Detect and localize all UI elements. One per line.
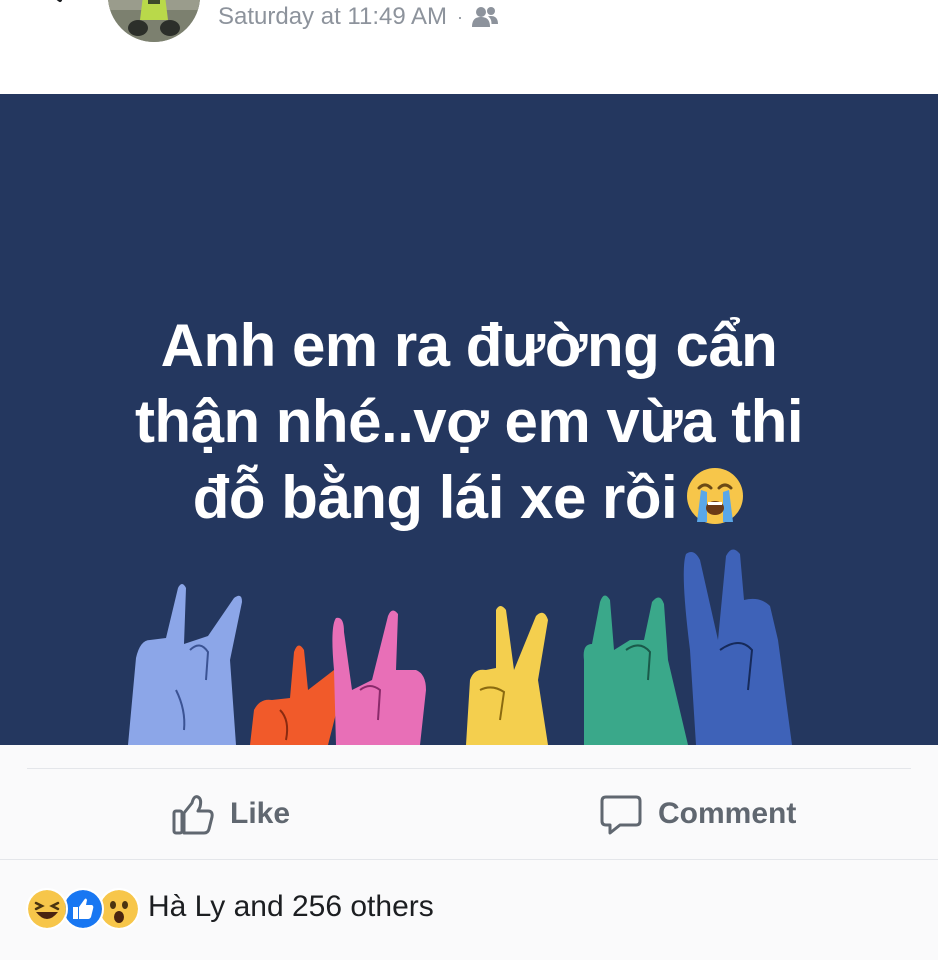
yellow-hand: [466, 606, 548, 745]
comment-button[interactable]: Comment: [598, 789, 796, 839]
post-text-line-with-emoji: đỗ bằng lái xe rồi: [60, 460, 878, 536]
divider: [0, 859, 938, 860]
speech-bubble-icon: [600, 795, 642, 835]
avatar-photo: [108, 0, 200, 42]
like-button[interactable]: Like: [170, 789, 290, 839]
haha-reaction-icon: [26, 888, 68, 930]
post-timestamp[interactable]: Saturday at 11:49 AM: [218, 3, 447, 31]
pink-hand: [332, 610, 426, 745]
wow-reaction-icon: [98, 888, 140, 930]
post-meta: Saturday at 11:49 AM ·: [218, 2, 499, 32]
avatar[interactable]: [108, 0, 200, 42]
like-reaction-icon: [62, 888, 104, 930]
post-text-banner[interactable]: Anh em ra đường cẩn thận nhé..vợ em vừa …: [0, 94, 938, 745]
like-label: Like: [230, 797, 291, 830]
green-hand: [583, 595, 688, 745]
light-blue-hand: [128, 584, 242, 745]
blue-hand: [683, 549, 792, 745]
chevron-left-icon[interactable]: [38, 0, 68, 16]
hands-illustration: [128, 549, 792, 745]
post-header: Saturday at 11:49 AM ·: [0, 0, 938, 94]
loudly-crying-face-emoji: [687, 468, 744, 524]
reactions-summary-text[interactable]: Hà Ly and 256 others: [148, 890, 434, 924]
orange-hand: [250, 645, 346, 745]
post-text-line: thận nhé..vợ em vừa thi: [134, 388, 804, 455]
thumbs-up-outline-icon: [172, 795, 214, 835]
facebook-post: Saturday at 11:49 AM · Anh em ra đường c…: [0, 0, 938, 960]
post-action-bar: Like Comment: [0, 769, 938, 859]
meta-separator: ·: [457, 6, 464, 27]
reactions-summary[interactable]: Hà Ly and 256 others: [26, 884, 434, 930]
post-text-line: đỗ bằng lái xe rồi: [192, 464, 678, 531]
comment-label: Comment: [658, 797, 797, 830]
post-text: Anh em ra đường cẩn thận nhé..vợ em vừa …: [60, 308, 878, 536]
post-text-line: Anh em ra đường cẩn: [160, 312, 778, 379]
reaction-icons: [26, 886, 140, 930]
friends-icon[interactable]: [471, 6, 499, 28]
